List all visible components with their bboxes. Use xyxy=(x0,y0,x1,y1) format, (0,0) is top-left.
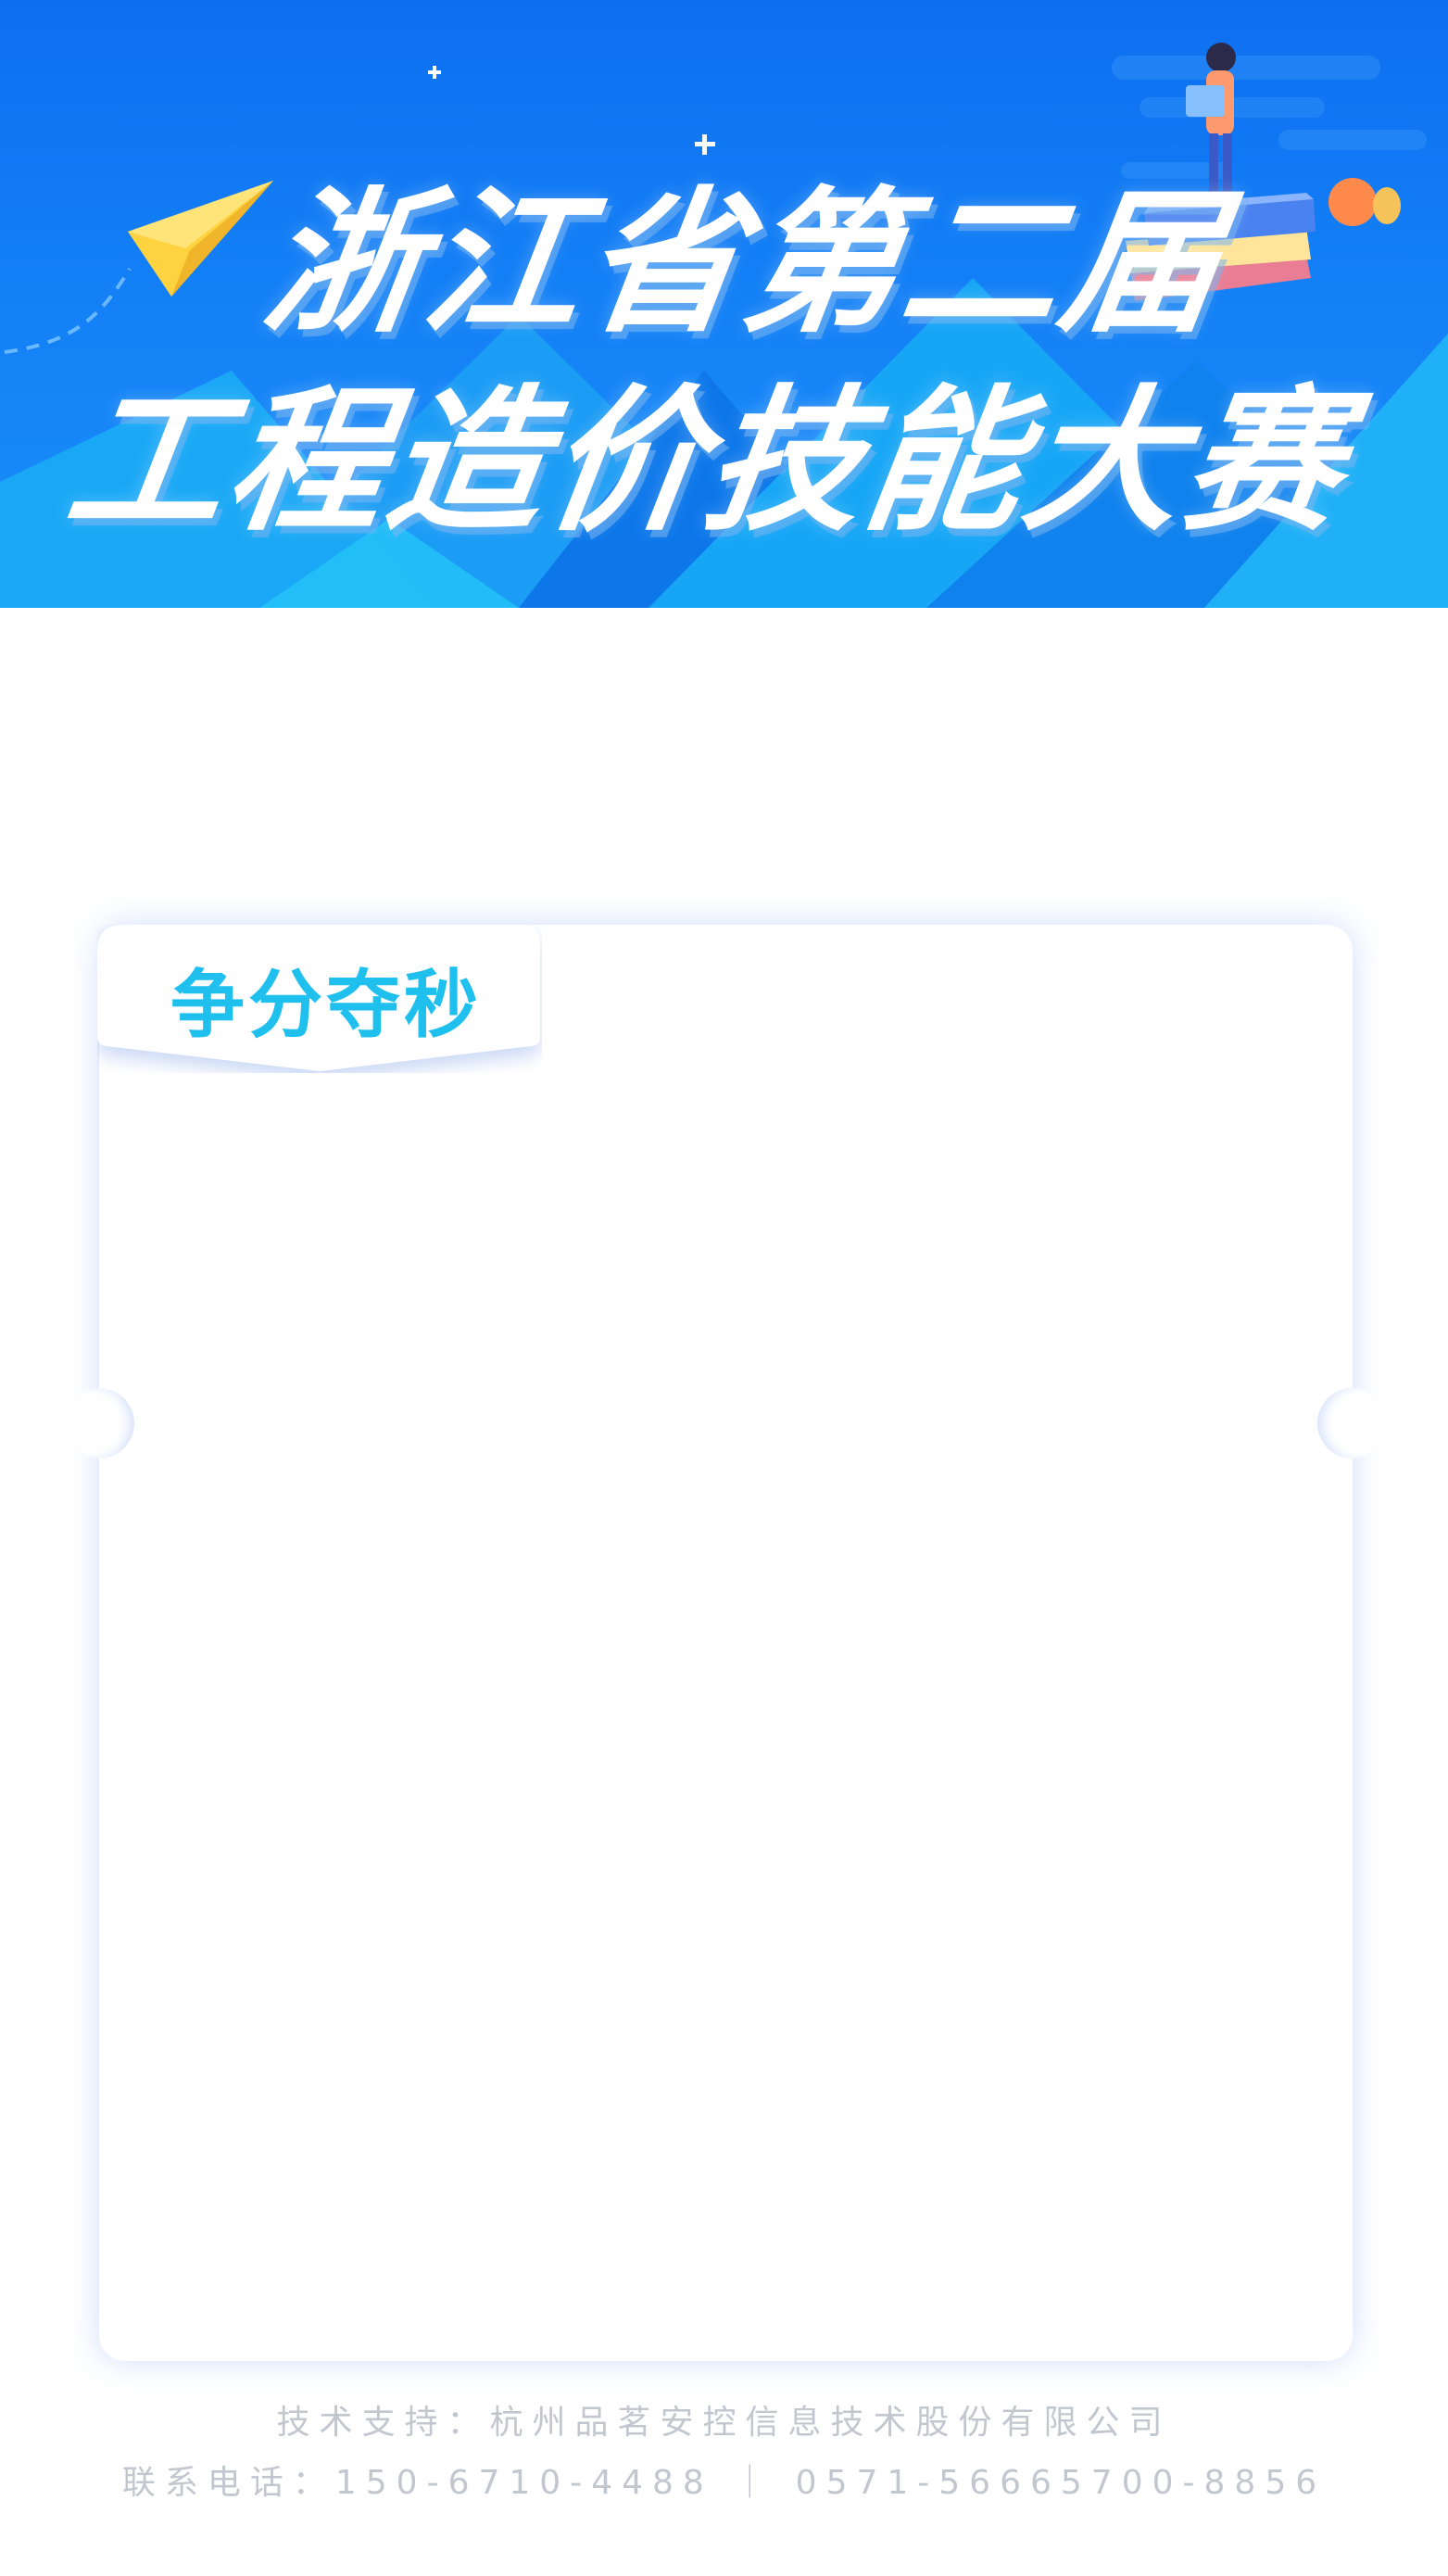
fruit xyxy=(1328,178,1401,226)
card-notch-left xyxy=(64,1388,134,1458)
footer-contact: 联系电话：150-6710-4488 ｜ 0571-56665700-8856 xyxy=(121,2464,1327,2502)
tab-label: 争分夺秒 xyxy=(170,962,482,1048)
paper-plane-icon xyxy=(128,181,273,297)
card-notch-right xyxy=(1317,1388,1388,1458)
banner-title-line-1: 浙江省第二届 xyxy=(254,172,1236,354)
header-banner: 浙江省第二届 工程造价技能大赛 xyxy=(0,0,1448,608)
banner-title-line-2: 工程造价技能大赛 xyxy=(57,371,1358,552)
footer-tech-support: 技术支持：杭州品茗安控信息技术股份有限公司 xyxy=(276,2404,1172,2442)
card-tab: 争分夺秒 xyxy=(97,925,542,1073)
main-card: 争分夺秒 xyxy=(64,925,1388,2361)
